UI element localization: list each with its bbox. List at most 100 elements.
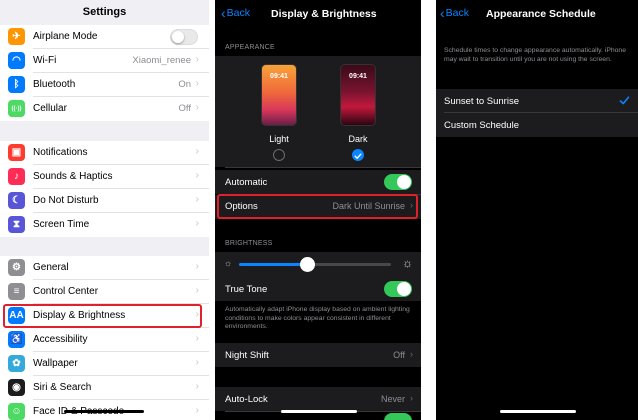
light-preview-time: 09:41	[270, 73, 288, 80]
night-shift-row[interactable]: Night Shift Off ›	[215, 343, 421, 367]
appearance-schedule-panel: ‹ Back Appearance Schedule Schedule time…	[436, 0, 638, 420]
automatic-toggle[interactable]	[384, 174, 412, 190]
settings-row-airplane[interactable]: ✈ Airplane Mode	[0, 25, 209, 49]
toggle-knob	[397, 282, 411, 296]
schedule-option-label: Sunset to Sunrise	[444, 96, 519, 107]
settings-row-label: Cellular	[33, 103, 67, 114]
settings-row-hourglass[interactable]: ⧗ Screen Time ›	[0, 213, 209, 237]
dark-radio[interactable]	[352, 149, 364, 161]
settings-row-notifications[interactable]: ▣ Notifications ›	[0, 141, 209, 165]
control-center-icon: ≡	[8, 283, 25, 300]
settings-row-siri[interactable]: ◉ Siri & Search ›	[0, 376, 209, 400]
settings-row-control-center[interactable]: ≡ Control Center ›	[0, 280, 209, 304]
schedule-option[interactable]: Custom Schedule	[436, 113, 638, 137]
wallpaper-icon: ✿	[8, 355, 25, 372]
settings-row-label: Screen Time	[33, 219, 90, 230]
options-row[interactable]: Options Dark Until Sunrise ›	[215, 195, 421, 219]
settings-row-label: Accessibility	[33, 334, 88, 345]
settings-row-label: Bluetooth	[33, 79, 76, 90]
appearance-group: 09:41 Light 09:41 Dark	[215, 56, 421, 167]
settings-row-label: Notifications	[33, 147, 88, 158]
light-radio[interactable]	[273, 149, 285, 161]
back-button[interactable]: ‹ Back	[440, 5, 470, 21]
settings-row-label: General	[33, 262, 69, 273]
notifications-group: ▣ Notifications › ♪ Sounds & Haptics › ☾ Do Not…	[0, 141, 209, 237]
wifi-icon: ◠	[8, 52, 25, 69]
hourglass-icon: ⧗	[8, 216, 25, 233]
cellular-icon: ((·))	[8, 100, 25, 117]
dark-label: Dark	[348, 134, 368, 144]
toggle-knob	[397, 175, 411, 189]
true-tone-description: Automatically adapt iPhone display based…	[225, 306, 410, 330]
settings-row-display-brightness[interactable]: AA Display & Brightness ›	[0, 304, 209, 328]
schedule-option-label: Custom Schedule	[444, 120, 519, 131]
settings-row-accessibility[interactable]: ♿ Accessibility ›	[0, 328, 209, 352]
night-shift-value: Off	[393, 350, 405, 360]
light-mode-preview[interactable]: 09:41	[261, 64, 297, 126]
airplane-icon: ✈	[8, 28, 25, 45]
settings-row-label: Siri & Search	[33, 382, 92, 393]
back-button[interactable]: ‹ Back	[221, 6, 251, 20]
chevron-right-icon: ›	[195, 146, 199, 157]
auto-lock-row[interactable]: Auto-Lock Never ›	[215, 387, 421, 411]
checkmark-icon	[619, 96, 630, 105]
chevron-right-icon: ›	[195, 54, 199, 65]
auto-lock-value: Never	[380, 394, 405, 404]
true-tone-label: True Tone	[225, 284, 268, 295]
settings-row-bluetooth[interactable]: ᛒ Bluetooth On ›	[0, 73, 209, 97]
sun-small-icon: ☼	[224, 258, 233, 268]
settings-row-value: Off	[178, 103, 192, 114]
automatic-row: Automatic	[215, 170, 421, 194]
brightness-slider-knob[interactable]	[300, 257, 316, 272]
chevron-right-icon: ›	[195, 78, 199, 89]
settings-row-label: Do Not Disturb	[33, 195, 99, 206]
brightness-group: ☼ ☼	[215, 252, 421, 277]
chevron-right-icon: ›	[410, 349, 413, 359]
siri-icon: ◉	[8, 379, 25, 396]
settings-row-cellular[interactable]: ((·)) Cellular Off ›	[0, 97, 209, 121]
settings-row-value: Xiaomi_renee	[132, 55, 191, 66]
nav-title: Display & Brightness	[271, 8, 377, 20]
true-tone-toggle[interactable]	[384, 281, 412, 297]
airplane-mode-toggle[interactable]	[170, 29, 198, 45]
chevron-right-icon: ›	[195, 194, 199, 205]
sounds-icon: ♪	[8, 168, 25, 185]
schedule-option[interactable]: Sunset to Sunrise	[436, 89, 638, 113]
sun-large-icon: ☼	[402, 256, 413, 270]
chevron-right-icon: ›	[195, 333, 199, 344]
settings-row-wallpaper[interactable]: ✿ Wallpaper ›	[0, 352, 209, 376]
notifications-icon: ▣	[8, 144, 25, 161]
checkmark-icon	[354, 153, 362, 159]
options-value: Dark Until Sunrise	[332, 201, 405, 211]
chevron-right-icon: ›	[410, 393, 413, 403]
dark-mode-preview[interactable]: 09:41	[340, 64, 376, 126]
back-label: Back	[445, 7, 470, 19]
chevron-right-icon: ›	[195, 381, 199, 392]
options-label: Options	[225, 201, 258, 212]
settings-row-gear[interactable]: ⚙ General ›	[0, 256, 209, 280]
auto-lock-label: Auto-Lock	[225, 394, 268, 405]
brightness-header: BRIGHTNESS	[225, 240, 273, 247]
brightness-slider[interactable]	[239, 257, 391, 272]
moon-icon: ☾	[8, 192, 25, 209]
home-indicator	[64, 410, 144, 413]
partial-toggle[interactable]	[384, 413, 412, 420]
settings-row-label: Wallpaper	[33, 358, 78, 369]
chevron-right-icon: ›	[195, 285, 199, 296]
general-group: ⚙ General › ≡ Control Center › AA Display & Bri…	[0, 256, 209, 420]
night-shift-label: Night Shift	[225, 350, 269, 361]
settings-row-label: Display & Brightness	[33, 310, 126, 321]
settings-row-moon[interactable]: ☾ Do Not Disturb ›	[0, 189, 209, 213]
brightness-slider-fill	[239, 263, 308, 266]
settings-row-label: Control Center	[33, 286, 99, 297]
back-label: Back	[226, 7, 251, 19]
chevron-left-icon: ‹	[440, 5, 445, 21]
home-indicator	[500, 410, 576, 413]
chevron-right-icon: ›	[195, 405, 199, 416]
settings-row-sounds[interactable]: ♪ Sounds & Haptics ›	[0, 165, 209, 189]
chevron-right-icon: ›	[195, 170, 199, 181]
nav-title: Appearance Schedule	[486, 8, 596, 20]
settings-row-wifi[interactable]: ◠ Wi-Fi Xiaomi_renee ›	[0, 49, 209, 73]
settings-row-label: Wi-Fi	[33, 55, 57, 66]
chevron-right-icon: ›	[195, 261, 199, 272]
